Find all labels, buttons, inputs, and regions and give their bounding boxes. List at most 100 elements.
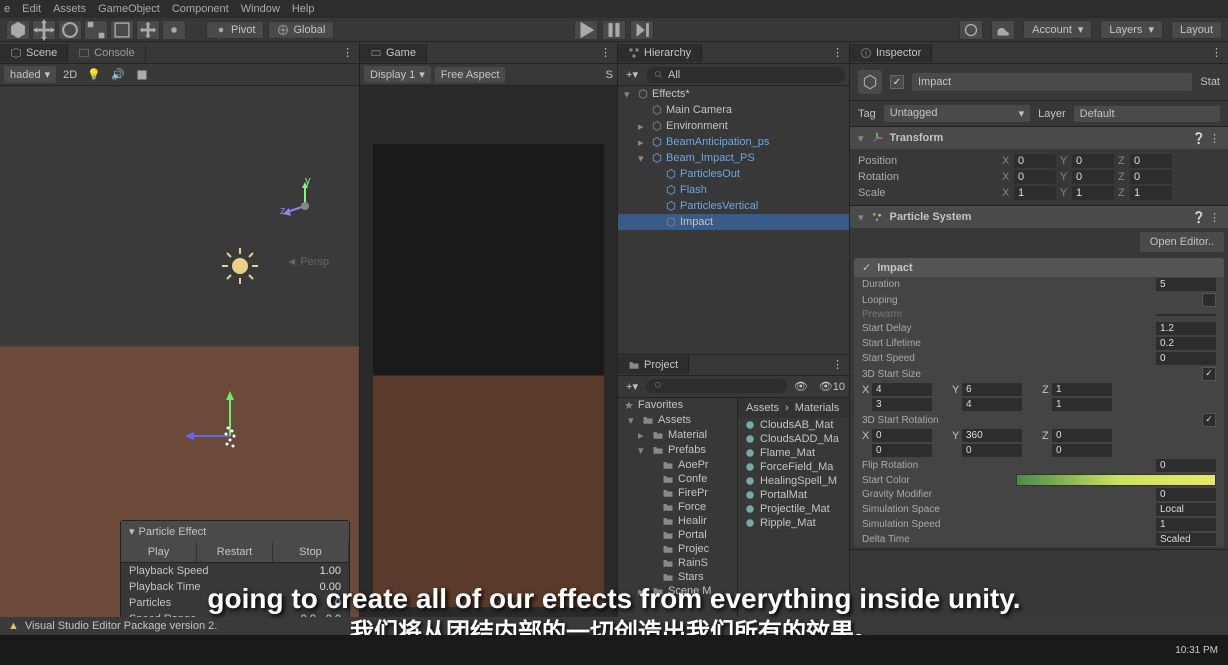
folder-item[interactable]: Portal xyxy=(618,528,737,542)
rot-x2[interactable]: 0 xyxy=(872,444,932,457)
move-gizmo[interactable] xyxy=(180,386,280,486)
menu-component[interactable]: Component xyxy=(172,3,229,15)
aspect-dropdown[interactable]: Free Aspect xyxy=(435,67,506,83)
material-asset[interactable]: Flame_Mat xyxy=(738,446,849,460)
rot-y2[interactable]: 0 xyxy=(962,444,1022,457)
layers-dropdown[interactable]: Layers▾ xyxy=(1100,20,1163,39)
menu-window[interactable]: Window xyxy=(241,3,280,15)
menu-assets[interactable]: Assets xyxy=(53,3,86,15)
hierarchy-item[interactable]: ParticlesVertical xyxy=(618,198,849,214)
gameobject-name-input[interactable]: Impact xyxy=(912,73,1192,91)
hierarchy-item[interactable]: ▾Effects* xyxy=(618,86,849,102)
folder-item[interactable]: Stars xyxy=(618,570,737,584)
rot3d-checkbox[interactable] xyxy=(1202,413,1216,427)
ps-value-input[interactable] xyxy=(1156,314,1216,316)
tag-dropdown[interactable]: Untagged▾ xyxy=(884,105,1030,122)
fx-toggle[interactable] xyxy=(132,66,152,84)
ps-checkbox[interactable] xyxy=(1202,293,1216,307)
account-dropdown[interactable]: Account▾ xyxy=(1023,20,1092,39)
rot-z1[interactable]: 0 xyxy=(1052,429,1112,442)
folder-item[interactable]: RainS xyxy=(618,556,737,570)
lighting-toggle[interactable]: 💡 xyxy=(84,66,104,84)
rot-x1[interactable]: 0 xyxy=(872,429,932,442)
rot-z2[interactable]: 0 xyxy=(1052,444,1112,457)
transform-component-header[interactable]: ▾ Transform ❔ ⋮ xyxy=(850,127,1228,149)
ps-value-input[interactable]: 0 xyxy=(1156,352,1216,365)
folder-item[interactable]: FirePr xyxy=(618,486,737,500)
particle-system-header[interactable]: ▾ Particle System ❔ ⋮ xyxy=(850,206,1228,228)
favorites-item[interactable]: ★ Favorites xyxy=(618,398,737,413)
hierarchy-item[interactable]: Impact xyxy=(618,214,849,230)
pause-button[interactable] xyxy=(602,20,626,40)
ps-value-input[interactable]: 0 xyxy=(1156,459,1216,472)
console-tab[interactable]: Console xyxy=(68,44,145,62)
pos-x-input[interactable]: 0 xyxy=(1014,154,1056,168)
cloud-icon[interactable] xyxy=(991,20,1015,40)
panel-menu[interactable]: ⋮ xyxy=(594,46,617,59)
folder-item[interactable]: AoePr xyxy=(618,458,737,472)
gameobject-icon[interactable] xyxy=(858,70,882,94)
layer-dropdown[interactable]: Default xyxy=(1074,106,1220,122)
filter-icon[interactable]: 👁 xyxy=(791,377,811,395)
size-y1[interactable]: 6 xyxy=(962,383,1022,396)
hand-tool[interactable] xyxy=(6,20,30,40)
rot-z-input[interactable]: 0 xyxy=(1130,170,1172,184)
size-z1[interactable]: 1 xyxy=(1052,383,1112,396)
material-asset[interactable]: Projectile_Mat xyxy=(738,502,849,516)
folder-item[interactable]: Force xyxy=(618,500,737,514)
global-toggle[interactable]: Global xyxy=(268,21,334,39)
material-asset[interactable]: PortalMat xyxy=(738,488,849,502)
create-dropdown[interactable]: +▾ xyxy=(622,66,642,84)
rect-tool[interactable] xyxy=(110,20,134,40)
hierarchy-item[interactable]: ParticlesOut xyxy=(618,166,849,182)
menu-gameobject[interactable]: GameObject xyxy=(98,3,160,15)
hierarchy-item[interactable]: ▸BeamAnticipation_ps xyxy=(618,134,849,150)
display-dropdown[interactable]: Display 1▾ xyxy=(364,66,431,83)
rot-x-input[interactable]: 0 xyxy=(1014,170,1056,184)
size-x2[interactable]: 3 xyxy=(872,398,932,411)
play-button[interactable] xyxy=(574,20,598,40)
mode-2d-toggle[interactable]: 2D xyxy=(60,66,80,84)
folder-item[interactable]: ▾Prefabs xyxy=(618,443,737,458)
ps-value-input[interactable]: Scaled xyxy=(1156,533,1216,546)
custom-tool[interactable] xyxy=(162,20,186,40)
rot-y1[interactable]: 360 xyxy=(962,429,1022,442)
ps-checkbox[interactable] xyxy=(1202,367,1216,381)
layout-dropdown[interactable]: Layout xyxy=(1171,21,1222,39)
project-tab[interactable]: Project xyxy=(618,356,689,374)
taskbar-clock[interactable]: 10:31 PM xyxy=(1175,645,1218,656)
create-dropdown[interactable]: +▾ xyxy=(622,377,642,395)
directional-light-gizmo[interactable] xyxy=(220,246,260,286)
scene-tab[interactable]: Scene xyxy=(0,44,68,62)
folder-item[interactable]: ▾Assets xyxy=(618,413,737,428)
shading-mode[interactable]: haded▾ xyxy=(4,66,56,83)
game-tab[interactable]: Game xyxy=(360,44,427,62)
transform-tool[interactable] xyxy=(136,20,160,40)
pe-stop-button[interactable]: Stop xyxy=(273,542,349,562)
playback-speed-value[interactable]: 1.00 xyxy=(320,565,341,577)
hierarchy-item[interactable]: Main Camera xyxy=(618,102,849,118)
scale-tool[interactable] xyxy=(84,20,108,40)
panel-menu[interactable]: ⋮ xyxy=(1205,46,1228,59)
ps-value-input[interactable]: Local xyxy=(1156,503,1216,516)
hierarchy-search[interactable]: All xyxy=(646,67,845,83)
project-search[interactable] xyxy=(646,379,787,393)
orientation-gizmo[interactable]: y z xyxy=(275,176,335,236)
folder-item[interactable]: Healir xyxy=(618,514,737,528)
audio-toggle[interactable]: 🔊 xyxy=(108,66,128,84)
move-tool[interactable] xyxy=(32,20,56,40)
rot-y-input[interactable]: 0 xyxy=(1072,170,1114,184)
active-checkbox[interactable] xyxy=(890,75,904,89)
scale-y-input[interactable]: 1 xyxy=(1072,186,1114,200)
breadcrumb-item[interactable]: Assets xyxy=(746,402,779,414)
material-asset[interactable]: HealingSpell_M xyxy=(738,474,849,488)
ps-value-input[interactable]: 1.2 xyxy=(1156,322,1216,335)
pe-play-button[interactable]: Play xyxy=(121,542,197,562)
breadcrumb-item[interactable]: Materials xyxy=(795,402,840,414)
material-asset[interactable]: ForceField_Ma xyxy=(738,460,849,474)
material-asset[interactable]: CloudsADD_Ma xyxy=(738,432,849,446)
ps-value-input[interactable]: 1 xyxy=(1156,518,1216,531)
pe-restart-button[interactable]: Restart xyxy=(197,542,273,562)
hierarchy-tab[interactable]: Hierarchy xyxy=(618,44,702,62)
collab-icon[interactable] xyxy=(959,20,983,40)
